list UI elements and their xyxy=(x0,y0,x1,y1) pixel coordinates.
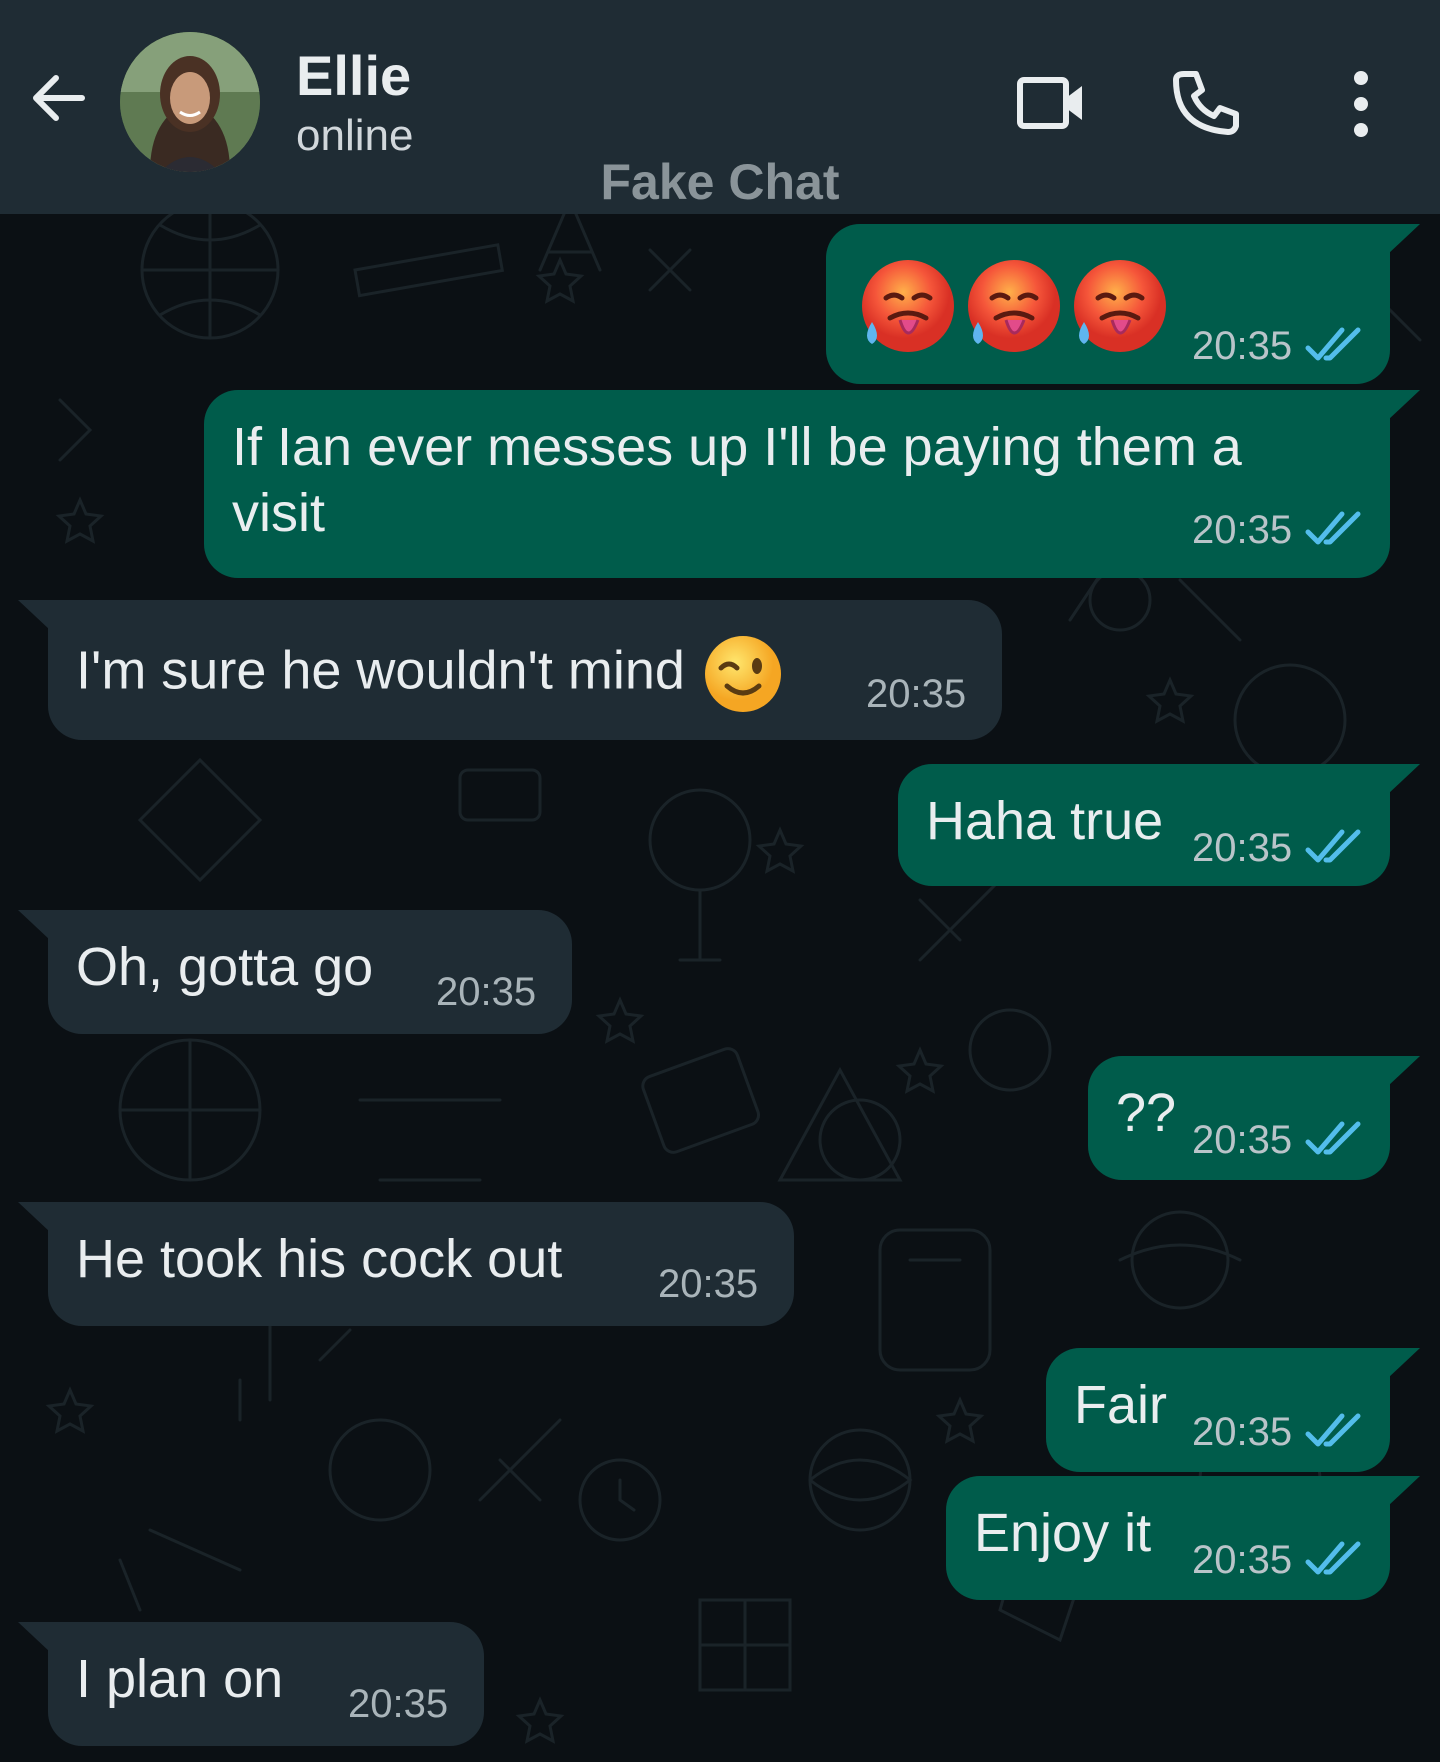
message-text: I plan on xyxy=(76,1646,283,1712)
outgoing-message[interactable]: If Ian ever messes up I'll be paying the… xyxy=(204,390,1420,578)
message-text: Fair xyxy=(1074,1372,1167,1438)
bubble-tail xyxy=(1388,224,1420,254)
read-receipt-icon xyxy=(1305,327,1361,361)
bubble-tail xyxy=(1388,1348,1420,1378)
winking-face-emoji xyxy=(704,636,781,712)
message-meta: 20:35 xyxy=(658,1262,758,1306)
message-body: Oh, gotta go xyxy=(76,937,374,997)
message-time: 20:35 xyxy=(436,970,537,1014)
message-text xyxy=(856,256,1168,356)
message-text: He took his cock out xyxy=(76,1226,562,1292)
bubble-tail xyxy=(1388,764,1420,794)
message-meta: 20:35 xyxy=(1192,508,1362,552)
message-text: ?? xyxy=(1116,1080,1176,1146)
incoming-message[interactable]: Oh, gotta go 20:35 xyxy=(18,910,572,1034)
bubble-tail xyxy=(1388,1476,1420,1506)
message-body: He took his cock out xyxy=(76,1229,563,1289)
message-body: Fair xyxy=(1074,1375,1167,1435)
message-time: 20:35 xyxy=(1192,1538,1293,1582)
message-body: ?? xyxy=(1116,1083,1177,1143)
message-meta: 20:35 xyxy=(1192,324,1362,368)
more-options-icon[interactable] xyxy=(1326,66,1396,142)
message-time: 20:35 xyxy=(1192,508,1293,552)
message-body: Haha true xyxy=(926,791,1164,851)
message-text: Oh, gotta go xyxy=(76,934,373,1000)
outgoing-message[interactable]: Fair 20:35 xyxy=(1046,1348,1420,1472)
outgoing-message[interactable]: ?? 20:35 xyxy=(1088,1056,1420,1180)
incoming-message[interactable]: I plan on 20:35 xyxy=(18,1622,484,1746)
read-receipt-icon xyxy=(1305,511,1361,545)
watermark-text: Fake Chat xyxy=(600,154,840,210)
message-text: I'm sure he wouldn't mind xyxy=(76,634,783,714)
message-time: 20:35 xyxy=(348,1682,449,1726)
bubble-tail xyxy=(18,1622,50,1652)
message-body: Enjoy it xyxy=(974,1503,1152,1563)
bubble-tail xyxy=(18,910,50,940)
outgoing-message[interactable]: Enjoy it 20:35 xyxy=(946,1476,1420,1600)
message-meta: 20:35 xyxy=(348,1682,448,1726)
message-body: I plan on xyxy=(76,1649,284,1709)
message-body: If Ian ever messes up I'll be paying the… xyxy=(232,417,1242,543)
message-time: 20:35 xyxy=(1192,1118,1293,1162)
read-receipt-icon xyxy=(1305,1121,1361,1155)
message-meta: 20:35 xyxy=(1192,1118,1362,1162)
message-time: 20:35 xyxy=(658,1262,759,1306)
message-text: Enjoy it xyxy=(974,1500,1151,1566)
message-meta: 20:35 xyxy=(1192,1410,1362,1454)
outgoing-message[interactable]: 20:35 xyxy=(826,224,1420,384)
message-meta: 20:35 xyxy=(1192,1538,1362,1582)
bubble-tail xyxy=(1388,390,1420,420)
incoming-message[interactable]: I'm sure he wouldn't mind 20:35 xyxy=(18,600,1002,740)
message-time: 20:35 xyxy=(1192,1410,1293,1454)
message-meta: 20:35 xyxy=(436,970,536,1014)
message-text: Haha true xyxy=(926,788,1163,854)
hot-face-emoji xyxy=(862,260,954,352)
read-receipt-icon xyxy=(1305,1413,1361,1447)
message-body: I'm sure he wouldn't mind xyxy=(76,640,685,701)
contact-name[interactable]: Ellie xyxy=(296,44,411,108)
back-arrow-icon[interactable] xyxy=(26,66,90,130)
phone-icon[interactable] xyxy=(1170,66,1246,142)
message-time: 20:35 xyxy=(866,672,967,716)
bubble-tail xyxy=(18,1202,50,1232)
video-call-icon[interactable] xyxy=(1014,66,1090,142)
bubble-tail xyxy=(1388,1056,1420,1086)
message-meta: 20:35 xyxy=(1192,826,1362,870)
incoming-message[interactable]: He took his cock out 20:35 xyxy=(18,1202,794,1326)
hot-face-emoji xyxy=(1074,260,1166,352)
read-receipt-icon xyxy=(1305,829,1361,863)
bubble-tail xyxy=(18,600,50,630)
read-receipt-icon xyxy=(1305,1541,1361,1575)
message-time: 20:35 xyxy=(1192,324,1293,368)
message-text: If Ian ever messes up I'll be paying the… xyxy=(232,414,1242,546)
message-meta: 20:35 xyxy=(866,672,966,716)
outgoing-message[interactable]: Haha true 20:35 xyxy=(898,764,1420,886)
message-time: 20:35 xyxy=(1192,826,1293,870)
contact-avatar[interactable] xyxy=(120,32,260,172)
hot-face-emoji xyxy=(968,260,1060,352)
